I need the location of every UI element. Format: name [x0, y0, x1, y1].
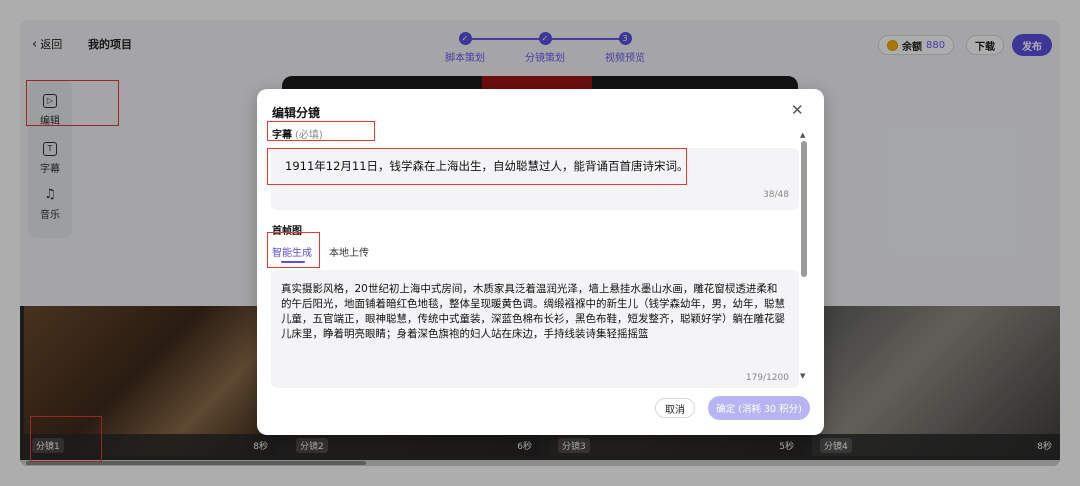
confirm-button[interactable]: 确定 (消耗 30 积分) [708, 396, 810, 420]
close-icon[interactable]: ✕ [791, 101, 804, 119]
prompt-input[interactable]: 真实摄影风格，20世纪初上海中式房间，木质家具泛着温润光泽，墙上悬挂水墨山水画，… [271, 270, 799, 388]
highlight-box [267, 121, 375, 141]
highlight-box [267, 232, 320, 268]
prompt-input-value: 真实摄影风格，20世纪初上海中式房间，木质家具泛着温润光泽，墙上悬挂水墨山水画，… [281, 283, 785, 340]
scrollbar-thumb[interactable] [801, 141, 807, 277]
scroll-up-icon[interactable]: ▲ [800, 131, 805, 139]
scroll-down-icon[interactable]: ▼ [800, 372, 805, 380]
cancel-button[interactable]: 取消 [655, 398, 695, 418]
highlight-box [267, 148, 687, 185]
dialog-scrollbar[interactable] [801, 141, 807, 277]
edit-storyboard-dialog: 编辑分镜 ✕ ▲ ▼ 字幕 (必填) 1911年12月11日，钱学森在上海出生，自… [257, 89, 824, 435]
tab-local-upload[interactable]: 本地上传 [329, 244, 369, 259]
subtitle-char-count: 38/48 [763, 190, 789, 200]
dialog-title: 编辑分镜 [272, 106, 321, 120]
prompt-char-count: 179/1200 [745, 373, 789, 383]
